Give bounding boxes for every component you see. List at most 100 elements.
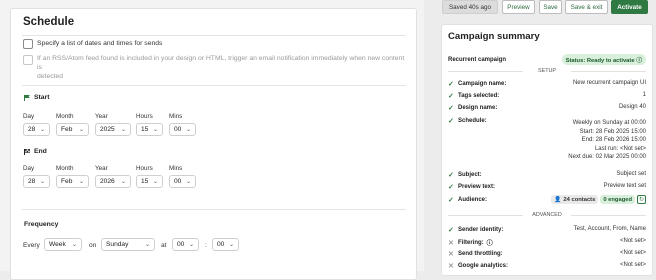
end-hours-select[interactable]: 15 ⌄ — [136, 175, 163, 188]
start-month-label: Month — [56, 113, 74, 120]
at-label: at — [161, 242, 167, 249]
check-icon: ✓ — [448, 93, 454, 100]
summary-row: ✓ Tags selected: 1 — [448, 92, 646, 100]
campaign-type-row: Recurrent campaign Status: Ready to acti… — [448, 54, 646, 65]
contacts-badge: 👤 24 contacts — [551, 195, 599, 204]
check-icon: ✓ — [448, 105, 454, 112]
summary-row: ✕ Google analytics: <Not set> — [448, 262, 646, 270]
end-month-select[interactable]: Feb ⌄ — [56, 175, 89, 188]
divider — [22, 35, 406, 36]
chevron-down-icon: ⌄ — [188, 242, 194, 248]
summary-row: ✓ Design name: Design 40 — [448, 104, 646, 112]
start-label: Start — [34, 94, 50, 101]
rss-trigger-checkbox — [23, 55, 33, 65]
end-month-label: Month — [56, 165, 74, 172]
chevron-down-icon: ⌄ — [144, 242, 150, 248]
start-hours-select[interactable]: 15 ⌄ — [136, 123, 163, 136]
chevron-down-icon: ⌄ — [185, 127, 191, 133]
summary-row: ✓ Subject: Subject set — [448, 171, 646, 179]
refresh-icon[interactable]: ↻ — [637, 195, 646, 204]
schedule-details: Weekly on Sunday at 00:00 Start: 28 Feb … — [568, 120, 646, 161]
frequency-minute-select[interactable]: 00 ⌄ — [212, 238, 239, 251]
editor-panel: Schedule Specify a list of dates and tim… — [0, 0, 424, 280]
end-day-select[interactable]: 28 ⌄ — [23, 175, 50, 188]
on-label: on — [89, 242, 97, 249]
start-day-label: Day — [23, 113, 35, 120]
check-icon: ✓ — [448, 227, 454, 234]
summary-title: Campaign summary — [448, 31, 540, 42]
check-icon: ✓ — [448, 196, 454, 204]
time-separator: : — [205, 242, 207, 249]
frequency-hour-select[interactable]: 00 ⌄ — [172, 238, 199, 251]
info-icon: ⓘ — [486, 241, 493, 247]
divider — [22, 209, 406, 210]
chevron-down-icon: ⌄ — [120, 179, 126, 185]
divider — [22, 85, 406, 86]
chevron-down-icon: ⌄ — [152, 127, 158, 133]
chevron-down-icon: ⌄ — [120, 127, 126, 133]
check-icon: ✓ — [448, 118, 454, 125]
save-button[interactable]: Save — [539, 0, 562, 14]
end-year-select[interactable]: 2026 ⌄ — [95, 175, 131, 188]
check-icon: ✓ — [448, 81, 454, 88]
flag-icon — [24, 94, 30, 101]
cross-icon: ✕ — [448, 239, 454, 247]
frequency-unit-select[interactable]: Week ⌄ — [44, 238, 82, 251]
saved-indicator: Saved 40s ago — [442, 0, 498, 14]
campaign-summary: Campaign summary Recurrent campaign Stat… — [441, 24, 653, 276]
chevron-down-icon: ⌄ — [78, 127, 84, 133]
cross-icon: ✕ — [448, 263, 454, 270]
start-year-select[interactable]: 2025 ⌄ — [95, 123, 131, 136]
check-icon: ✓ — [448, 184, 454, 191]
chevron-down-icon: ⌄ — [228, 242, 234, 248]
save-exit-button[interactable]: Save & exit — [565, 0, 608, 14]
activate-button[interactable]: Activate — [611, 0, 648, 14]
start-year-label: Year — [95, 113, 108, 120]
start-day-select[interactable]: 28 ⌄ — [23, 123, 50, 136]
user-icon: 👤 — [554, 196, 562, 203]
start-month-select[interactable]: Feb ⌄ — [56, 123, 89, 136]
summary-row: ✓ Preview text: Preview text set — [448, 183, 646, 191]
end-section: End — [24, 148, 47, 155]
schedule-card: Schedule Specify a list of dates and tim… — [10, 8, 417, 280]
end-mins-label: Mins — [169, 165, 183, 172]
chevron-down-icon: ⌄ — [39, 127, 45, 133]
schedule-title: Schedule — [23, 16, 75, 28]
summary-row: ✓ Sender identity: Test, Account, From, N… — [448, 226, 646, 234]
start-mins-label: Mins — [169, 113, 183, 120]
campaign-type: Recurrent campaign — [448, 56, 507, 63]
summary-row: ✕ Filtering: ⓘ <Not set> — [448, 238, 646, 247]
end-year-label: Year — [95, 165, 108, 172]
every-label: Every — [23, 242, 40, 249]
rss-trigger-line2: detected — [37, 73, 64, 80]
chevron-down-icon: ⌄ — [78, 179, 84, 185]
engaged-badge: 0 engaged — [600, 195, 635, 204]
rss-trigger-label: If an RSS/Atom feed found is included in… — [37, 54, 409, 81]
weekday-select[interactable]: Sunday ⌄ — [101, 238, 155, 251]
start-mins-select[interactable]: 00 ⌄ — [169, 123, 196, 136]
advanced-divider: ADVANCED — [448, 212, 647, 218]
start-section: Start — [24, 94, 50, 101]
end-hours-label: Hours — [136, 165, 153, 172]
end-label: End — [34, 148, 47, 155]
cross-icon: ✕ — [448, 251, 454, 258]
start-hours-label: Hours — [136, 113, 153, 120]
chevron-down-icon: ⌄ — [185, 179, 191, 185]
end-mins-select[interactable]: 00 ⌄ — [169, 175, 196, 188]
chevron-down-icon: ⌄ — [71, 242, 77, 248]
summary-row: ✓ Campaign name: New recurrent campaign U… — [448, 80, 646, 88]
preview-button[interactable]: Preview — [502, 0, 535, 14]
chevron-down-icon: ⌄ — [152, 179, 158, 185]
checkered-flag-icon — [24, 148, 30, 155]
summary-row: ✕ Send throttling: <Not set> — [448, 250, 646, 258]
setup-divider: SETUP — [448, 68, 647, 74]
frequency-label: Frequency — [24, 221, 59, 228]
chevron-down-icon: ⌄ — [39, 179, 45, 185]
check-icon: ✓ — [448, 172, 454, 179]
rss-trigger-line1: If an RSS/Atom feed found is included in… — [37, 55, 405, 71]
summary-row: ✓ Audience: 👤 24 contacts 0 engaged ↻ — [448, 195, 646, 204]
dates-list-checkbox[interactable] — [23, 39, 33, 49]
status-badge: Status: Ready to activate ⓘ — [561, 54, 646, 65]
info-icon: ⓘ — [636, 58, 642, 64]
dates-list-label: Specify a list of dates and times for se… — [37, 40, 163, 47]
